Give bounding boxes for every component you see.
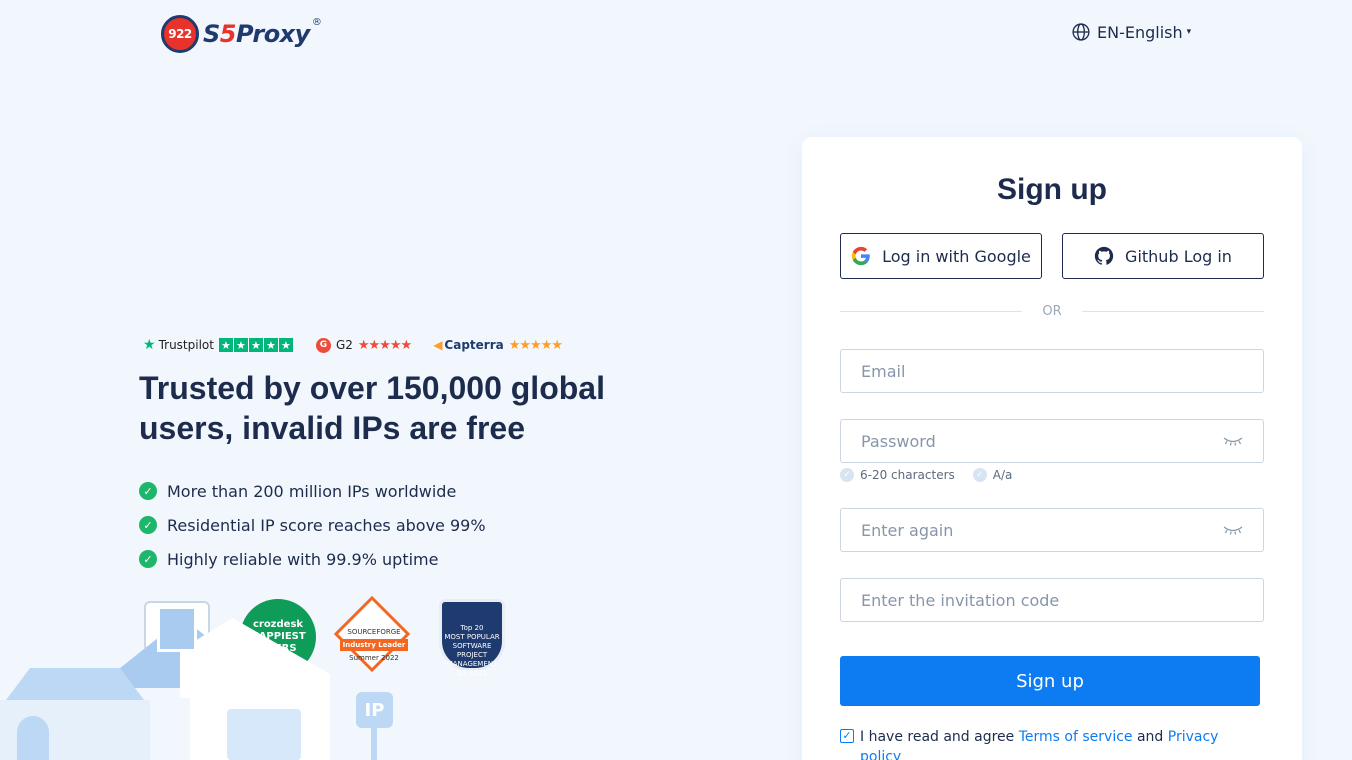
sourceforge-top: SOURCEFORGE: [347, 628, 401, 636]
email-input[interactable]: [861, 361, 1243, 381]
g2-label: G2: [335, 338, 353, 352]
globe-icon: [1072, 23, 1090, 41]
check-circle-icon: ✓: [972, 468, 987, 482]
eye-closed-icon[interactable]: [1223, 524, 1243, 536]
star-icon: ★: [278, 338, 293, 352]
agreement-row: ✓ I have read and agree Terms of service…: [840, 727, 1260, 760]
hint-length-label: 6-20 characters: [860, 468, 955, 482]
github-login-button[interactable]: Github Log in: [1062, 233, 1264, 279]
or-divider: OR: [840, 304, 1265, 319]
eye-closed-icon[interactable]: [1223, 435, 1243, 447]
agreement-text: I have read and agree Terms of service a…: [840, 727, 1260, 760]
email-field: [840, 349, 1264, 393]
check-circle-icon: ✓: [139, 516, 157, 534]
invitation-code-input[interactable]: [861, 590, 1243, 610]
hint-length: ✓ 6-20 characters: [840, 468, 955, 482]
logo-text: S5Proxy: [203, 20, 310, 48]
divider-line: [840, 311, 1023, 312]
feature-text: Highly reliable with 99.9% uptime: [167, 549, 439, 569]
google-icon: [851, 246, 870, 266]
divider-line: [1081, 311, 1265, 312]
logo-registered-mark: ®: [311, 17, 322, 28]
check-circle-icon: ✓: [139, 550, 157, 568]
capterra-label: Capterra: [444, 338, 504, 352]
star-icon: ★: [263, 338, 278, 352]
logo-badge: 922: [161, 15, 199, 53]
google-login-button[interactable]: Log in with Google: [840, 233, 1042, 279]
capterra-arrow-icon: ◀: [433, 338, 443, 352]
agree-checkbox[interactable]: ✓: [840, 729, 854, 743]
logo-brand-five: 5: [219, 20, 237, 48]
star-icon: ★: [218, 338, 233, 352]
g2-stars: ★★★★★: [357, 337, 412, 353]
logo-brand-suffix: Proxy: [236, 20, 310, 48]
g2-logo-icon: G: [315, 337, 331, 353]
getapp-line3: SOFTWARE: [452, 642, 492, 650]
language-label: EN-English: [1097, 22, 1183, 42]
confirm-password-field: [840, 508, 1264, 552]
ratings-row: ★ Trustpilot ★ ★ ★ ★ ★ G G2 ★★★★★ ◀ Capt…: [143, 337, 584, 353]
feature-text: More than 200 million IPs worldwide: [167, 481, 457, 501]
list-item: ✓ More than 200 million IPs worldwide: [139, 474, 486, 508]
capterra-rating: ◀ Capterra ★★★★★: [433, 337, 563, 353]
or-text: OR: [1042, 304, 1062, 319]
feature-text: Residential IP score reaches above 99%: [167, 515, 486, 535]
google-login-label: Log in with Google: [882, 246, 1031, 266]
invitation-code-field: [840, 578, 1264, 622]
hint-case: ✓ A/a: [972, 468, 1013, 482]
hint-case-label: A/a: [992, 468, 1013, 482]
feature-list: ✓ More than 200 million IPs worldwide ✓ …: [139, 474, 486, 576]
password-hints: ✓ 6-20 characters ✓ A/a: [840, 468, 1030, 482]
ip-sign: IP: [356, 692, 393, 728]
getapp-line5: Q3 2022: [456, 669, 487, 677]
agree-prefix: I have read and agree: [860, 729, 1019, 745]
trustpilot-stars: ★ ★ ★ ★ ★: [218, 338, 294, 352]
house-main-window: [227, 709, 301, 760]
getapp-line1: Top 20: [460, 624, 484, 632]
trustpilot-rating: ★ Trustpilot ★ ★ ★ ★ ★: [143, 337, 294, 353]
caret-down-icon: ▾: [1186, 27, 1192, 37]
hero-title: Trusted by over 150,000 global users, in…: [139, 370, 605, 446]
star-icon: ★: [248, 338, 263, 352]
star-icon: ★: [233, 338, 248, 352]
check-circle-icon: ✓: [139, 482, 157, 500]
list-item: ✓ Residential IP score reaches above 99%: [139, 508, 486, 542]
getapp-line2: MOST POPULAR: [444, 633, 500, 641]
award-getapp-badge: Top 20 MOST POPULAR SOFTWARE PROJECT MAN…: [439, 599, 505, 677]
g2-rating: G G2 ★★★★★: [315, 337, 412, 353]
trustpilot-star-icon: ★: [143, 337, 156, 353]
signup-title: Sign up: [997, 173, 1107, 206]
password-input[interactable]: [861, 431, 1215, 451]
signup-button[interactable]: Sign up: [840, 656, 1260, 706]
list-item: ✓ Highly reliable with 99.9% uptime: [139, 542, 486, 576]
github-icon: [1094, 246, 1114, 265]
confirm-password-input[interactable]: [861, 520, 1215, 540]
language-selector[interactable]: EN-English ▾: [1071, 22, 1191, 42]
house-chimney: [157, 606, 197, 652]
sourceforge-bottom: Summer 2022: [349, 654, 399, 662]
ip-sign-pole: [371, 728, 377, 760]
house-left-door: [17, 716, 49, 760]
logo-brand-prefix: S: [203, 20, 220, 48]
getapp-line4: PROJECT MANAGEMENT: [446, 651, 498, 668]
agree-and: and: [1132, 729, 1168, 745]
terms-link[interactable]: Terms of service: [1019, 729, 1133, 745]
sourceforge-lead: Industry Leader: [339, 639, 409, 651]
award-sourceforge-text: SOURCEFORGE Industry Leader Summer 2022: [337, 627, 411, 663]
trustpilot-label: Trustpilot: [158, 338, 214, 352]
github-login-label: Github Log in: [1125, 246, 1232, 266]
password-field: [840, 419, 1264, 463]
logo[interactable]: 922 S5Proxy ®: [161, 15, 322, 53]
check-circle-icon: ✓: [840, 468, 854, 482]
capterra-stars: ★★★★★: [508, 337, 563, 353]
